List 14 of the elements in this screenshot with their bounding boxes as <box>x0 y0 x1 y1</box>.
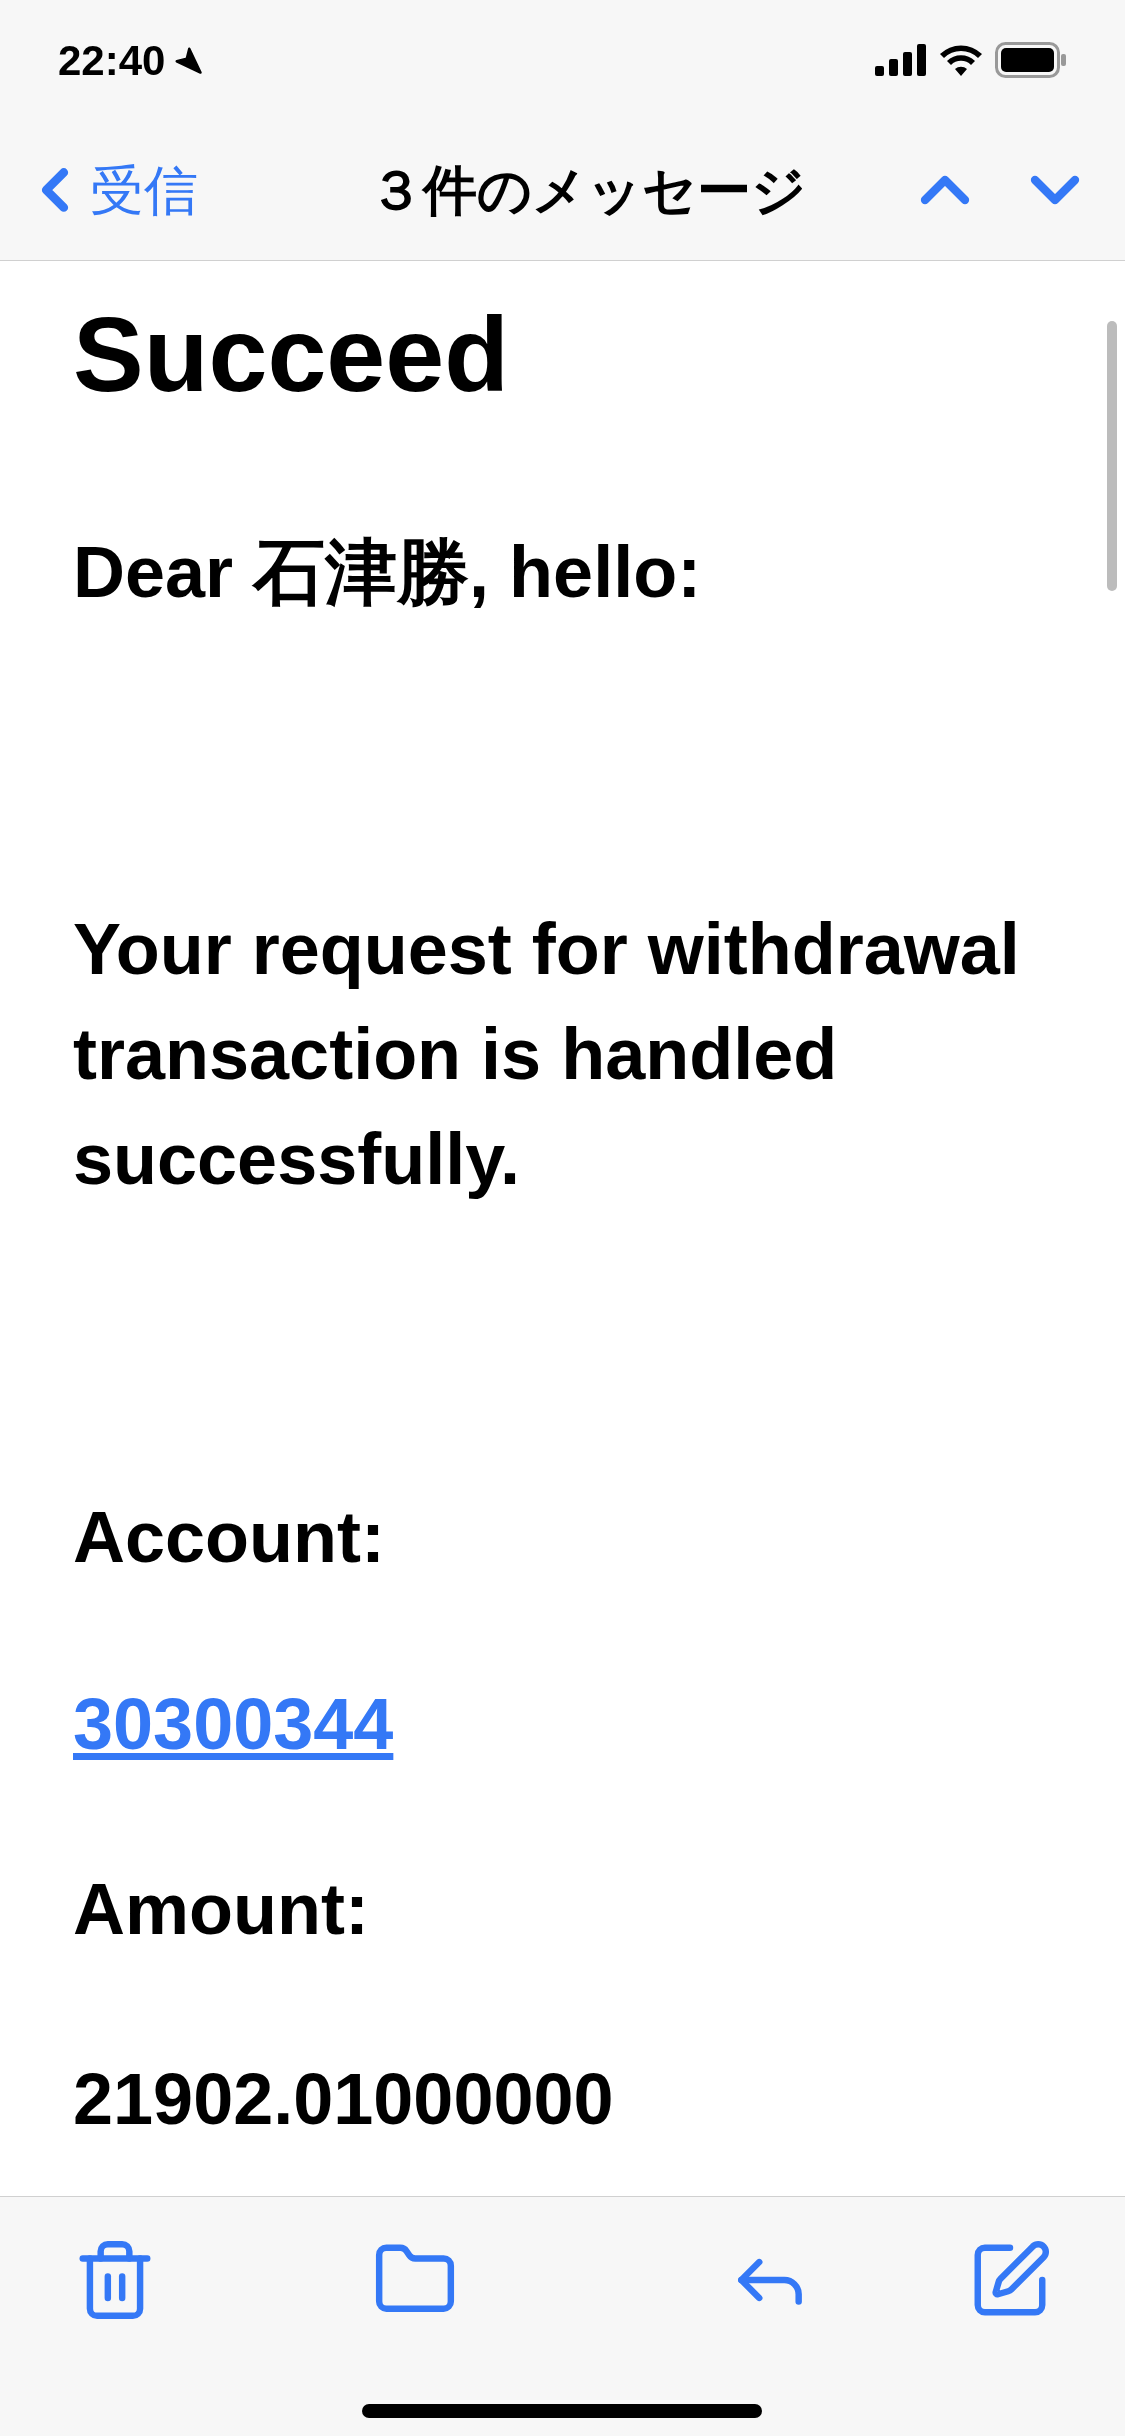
nav-title: ３件のメッセージ <box>368 158 807 222</box>
field-value: 21902.01000000 <box>73 2058 615 2141</box>
field-label: Amount: <box>73 1868 370 1951</box>
wifi-icon <box>939 44 983 76</box>
signal-icon <box>875 44 927 76</box>
battery-icon <box>995 42 1067 78</box>
message-subject: Succeed <box>73 299 510 409</box>
back-button[interactable]: 受信 <box>20 149 320 231</box>
field-label: Account: <box>73 1496 386 1579</box>
location-icon <box>173 45 204 75</box>
status-time: 22:40 <box>58 35 166 86</box>
account-link[interactable]: 30300344 <box>73 1672 394 1777</box>
body-text: Your request for withdrawal transaction is handled successfully. <box>73 908 1021 1201</box>
greeting-text: Dear 石津勝, hello: <box>73 531 703 614</box>
